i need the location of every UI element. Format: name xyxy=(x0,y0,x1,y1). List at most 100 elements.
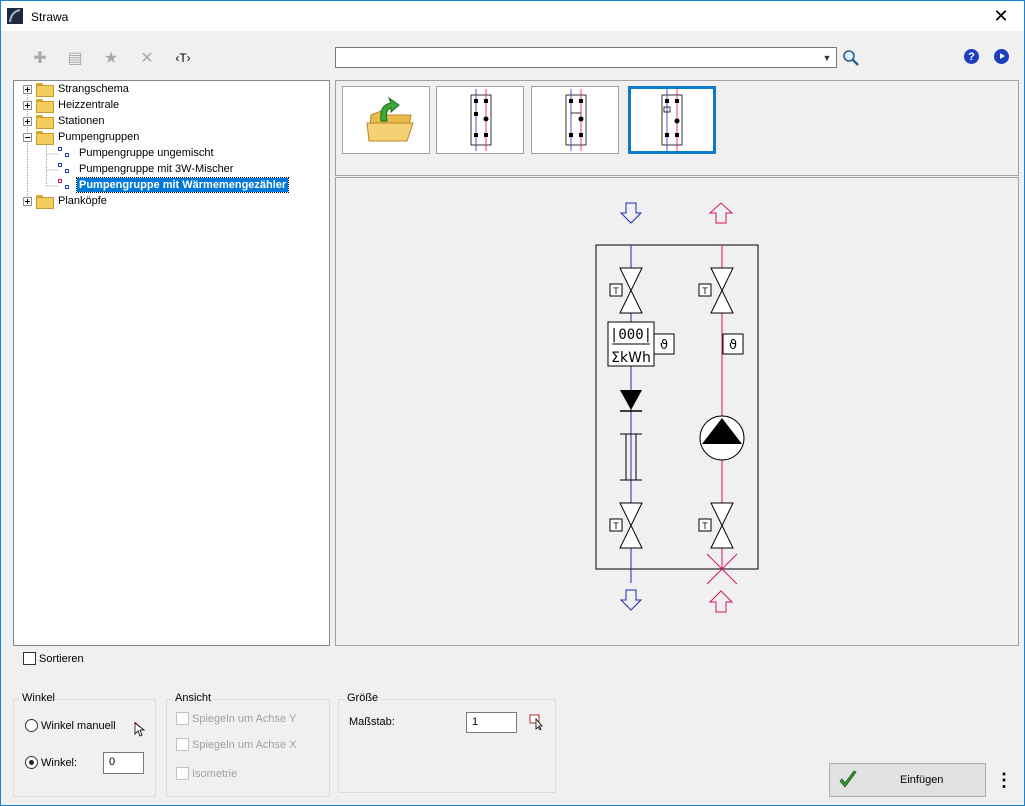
expand-icon[interactable] xyxy=(23,100,32,110)
play-icon[interactable] xyxy=(994,49,1009,64)
groesse-group-title: Größe xyxy=(345,692,381,704)
winkel-manual-option[interactable]: Winkel manuell xyxy=(25,719,116,732)
scale-label: Maßstab: xyxy=(349,716,395,728)
schema-preview-icon xyxy=(661,89,683,151)
tree-item-label: Pumpengruppe mit Wärmemengezähler xyxy=(75,177,290,193)
scale-input[interactable]: 1 xyxy=(466,712,517,733)
collapse-icon[interactable] xyxy=(23,132,32,142)
winkel-input[interactable]: 0 xyxy=(103,752,144,774)
winkel-manual-radio[interactable] xyxy=(25,719,38,732)
valve-tag: T xyxy=(613,286,619,296)
tree-item-stationen[interactable]: Stationen xyxy=(23,113,106,129)
category-tree[interactable]: Strangschema Heizzentrale Stationen Pump… xyxy=(13,80,330,646)
valve-flow-bottom-icon: T xyxy=(609,502,643,549)
mirror-x-checkbox[interactable] xyxy=(176,738,189,751)
text-tag-icon: ‹T› xyxy=(175,51,191,65)
ansicht-group: Ansicht Spiegeln um Achse Y Spiegeln um … xyxy=(166,692,330,797)
sort-checkbox[interactable] xyxy=(23,652,36,665)
tree-item-label: Heizzentrale xyxy=(58,99,120,111)
svg-text:ϑ: ϑ xyxy=(660,338,668,353)
add-button[interactable]: ✚ xyxy=(29,47,51,69)
app-icon xyxy=(7,8,23,24)
tree-item-label: Pumpengruppe mit 3W-Mischer xyxy=(79,163,234,175)
isometric-option[interactable]: Isometrie xyxy=(176,767,237,780)
pump-icon xyxy=(699,415,745,461)
more-vertical-icon: ⋮ xyxy=(995,769,1013,790)
expand-icon[interactable] xyxy=(23,196,32,206)
folder-icon xyxy=(36,115,54,129)
meter-display: |000| xyxy=(610,327,652,343)
valve-tag: T xyxy=(702,521,708,531)
isometric-checkbox[interactable] xyxy=(176,767,189,780)
schema-icon xyxy=(58,179,71,191)
schema-icon xyxy=(58,163,71,175)
mirror-y-label: Spiegeln um Achse Y xyxy=(192,712,297,725)
tree-item-label: Pumpengruppen xyxy=(58,131,140,143)
folder-icon xyxy=(36,99,54,113)
flow-arrow-bottom-icon xyxy=(619,589,643,611)
favorite-button[interactable]: ★ xyxy=(100,47,122,69)
groesse-group: Größe Maßstab: 1 xyxy=(338,692,556,793)
pick-scale-icon[interactable] xyxy=(529,714,545,730)
schema-preview-icon xyxy=(470,89,492,151)
pick-angle-cursor-icon[interactable] xyxy=(134,722,146,738)
heat-meter-icon: |000| ΣkWh ϑ xyxy=(607,321,675,367)
svg-text:ϑ: ϑ xyxy=(729,338,737,353)
tree-item-pumpengruppe-3w-mischer[interactable]: Pumpengruppe mit 3W-Mischer xyxy=(58,161,235,177)
tree-item-label: Strangschema xyxy=(58,83,129,95)
thumbnail-pumpengruppe-ungemischt[interactable] xyxy=(436,86,524,154)
winkel-value-radio[interactable] xyxy=(25,756,38,769)
tree-item-strangschema[interactable]: Strangschema xyxy=(23,81,131,97)
delete-cross-icon: ✕ xyxy=(140,50,154,67)
close-button[interactable]: ✕ xyxy=(978,1,1024,31)
strawa-dialog: Strawa ✕ ✚ ▤ ★ ✕ ‹T› ▼ ? Strangschema He… xyxy=(0,0,1025,806)
delete-button[interactable]: ✕ xyxy=(136,47,158,69)
sort-label: Sortieren xyxy=(39,652,84,665)
search-combo[interactable]: ▼ xyxy=(335,47,837,68)
tree-item-plankoepfe[interactable]: Planköpfe xyxy=(23,193,109,209)
temperature-sensor-icon: ϑ xyxy=(722,333,744,355)
folder-open-icon xyxy=(36,131,54,145)
more-options-button[interactable]: ⋮ xyxy=(990,763,1018,797)
tree-item-pumpengruppe-waermemengezaehler[interactable]: Pumpengruppe mit Wärmemengezähler xyxy=(58,177,290,193)
flow-arrow-top-icon xyxy=(619,202,643,224)
thumbnail-pumpengruppe-3w-mischer[interactable] xyxy=(531,86,619,154)
sort-option[interactable]: Sortieren xyxy=(23,652,84,665)
valve-tag: T xyxy=(702,286,708,296)
return-arrow-top-icon xyxy=(708,202,734,224)
list-icon: ▤ xyxy=(67,50,83,67)
list-button[interactable]: ▤ xyxy=(64,47,86,69)
valve-flow-top-icon: T xyxy=(609,267,643,314)
tree-item-pumpengruppen[interactable]: Pumpengruppen xyxy=(23,129,141,145)
valve-tag: T xyxy=(613,521,619,531)
winkel-value-option[interactable]: Winkel: xyxy=(25,756,77,769)
search-icon[interactable] xyxy=(841,48,861,68)
winkel-group: Winkel Winkel manuell Winkel: 0 xyxy=(13,692,156,797)
return-arrow-bottom-icon xyxy=(708,590,734,613)
thumbnail-pumpengruppe-waermemengezaehler[interactable] xyxy=(628,86,716,154)
tree-item-pumpengruppe-ungemischt[interactable]: Pumpengruppe ungemischt xyxy=(58,145,216,161)
valve-return-top-icon: T xyxy=(698,267,734,314)
thumbnail-folder-up[interactable] xyxy=(342,86,430,154)
expand-icon[interactable] xyxy=(23,116,32,126)
mirror-x-option[interactable]: Spiegeln um Achse X xyxy=(176,738,297,751)
text-tag-button[interactable]: ‹T› xyxy=(172,47,194,69)
mirror-y-checkbox[interactable] xyxy=(176,712,189,725)
expand-icon[interactable] xyxy=(23,84,32,94)
favorite-star-icon: ★ xyxy=(103,50,119,67)
tree-item-label: Planköpfe xyxy=(58,195,107,207)
title-bar: Strawa ✕ xyxy=(1,1,1024,31)
thumbnail-strip xyxy=(335,80,1019,176)
schema-icon xyxy=(58,147,71,159)
winkel-group-title: Winkel xyxy=(20,692,58,704)
ansicht-group-title: Ansicht xyxy=(173,692,214,704)
chevron-down-icon[interactable]: ▼ xyxy=(820,50,834,65)
insert-button[interactable]: Einfügen xyxy=(829,763,986,797)
help-icon[interactable]: ? xyxy=(964,49,979,64)
meter-unit: ΣkWh xyxy=(611,350,651,366)
valve-return-bottom-icon: T xyxy=(698,502,734,549)
tree-item-label: Stationen xyxy=(58,115,105,127)
checkmark-icon xyxy=(839,770,857,788)
tree-item-heizzentrale[interactable]: Heizzentrale xyxy=(23,97,121,113)
mirror-y-option[interactable]: Spiegeln um Achse Y xyxy=(176,712,296,725)
